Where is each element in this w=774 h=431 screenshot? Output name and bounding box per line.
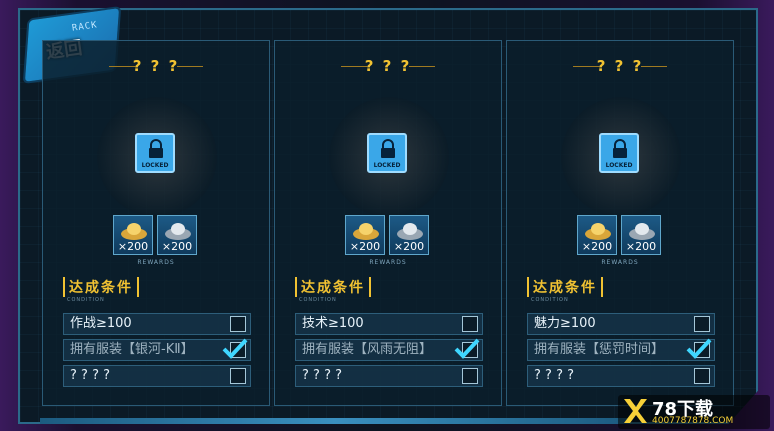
title-divider-right (177, 66, 203, 67)
bottom-accent-strip (40, 418, 630, 424)
gold-ingot-icon (585, 223, 611, 240)
condition-checkbox (222, 338, 248, 359)
title-divider-right (409, 66, 435, 67)
condition-checkbox (230, 368, 246, 384)
gold-ingot-icon (353, 223, 379, 240)
reward-slot[interactable]: ×200 (577, 215, 617, 255)
condition-title: 达成条件 (527, 277, 603, 297)
card-title: ? ? ? (596, 57, 644, 75)
achievement-card-3: ? ? ? LOCKED ×200 ×200 REWARDS 达成条件 COND… (506, 40, 734, 406)
reward-slot[interactable]: ×200 (621, 215, 661, 255)
condition-row: ? ? ? ? (527, 365, 715, 387)
reward-slot[interactable]: ×200 (157, 215, 197, 255)
silver-ingot-icon (397, 223, 423, 240)
condition-subtitle: CONDITION (531, 297, 569, 303)
condition-text: 作战≥100 (70, 316, 132, 331)
locked-badge: LOCKED (367, 133, 407, 173)
condition-title: 达成条件 (63, 277, 139, 297)
checkmark-icon (222, 338, 248, 359)
rewards-caption: REWARDS (369, 259, 407, 266)
lock-icon (149, 139, 163, 158)
reward-slot[interactable]: ×200 (345, 215, 385, 255)
locked-badge: LOCKED (599, 133, 639, 173)
condition-checkbox (462, 316, 478, 332)
condition-checkbox (454, 338, 480, 359)
condition-row: 拥有服装【风雨无阻】 (295, 338, 483, 361)
condition-title: 达成条件 (295, 277, 371, 297)
reward-slot[interactable]: ×200 (113, 215, 153, 255)
x-logo-icon (624, 399, 647, 423)
locked-badge: LOCKED (135, 133, 175, 173)
reward-count: ×200 (161, 240, 193, 253)
checkmark-icon (454, 338, 480, 359)
condition-text: 拥有服装【风雨无阻】 (302, 342, 433, 357)
reward-slot[interactable]: ×200 (389, 215, 429, 255)
condition-checkbox (686, 338, 712, 359)
condition-subtitle: CONDITION (299, 297, 337, 303)
condition-text: ? ? ? ? (534, 368, 574, 383)
rewards-caption: REWARDS (601, 259, 639, 266)
card-title: ? ? ? (132, 57, 180, 75)
watermark: 78下载 4007787878.COM (618, 395, 770, 429)
title-divider-right (641, 66, 667, 67)
condition-text: 魅力≥100 (534, 316, 596, 331)
condition-row: 拥有服装【银河-KⅡ】 (63, 338, 251, 361)
condition-text: 拥有服装【银河-KⅡ】 (70, 342, 194, 357)
lock-icon (381, 139, 395, 158)
lock-label: LOCKED (605, 162, 633, 169)
condition-checkbox (694, 316, 710, 332)
condition-text: ? ? ? ? (70, 368, 110, 383)
reward-count: ×200 (117, 240, 149, 253)
condition-text: 拥有服装【惩罚时间】 (534, 342, 665, 357)
silver-ingot-icon (629, 223, 655, 240)
card-title: ? ? ? (364, 57, 412, 75)
silver-ingot-icon (165, 223, 191, 240)
reward-count: ×200 (581, 240, 613, 253)
condition-row: ? ? ? ? (63, 365, 251, 387)
lock-label: LOCKED (373, 162, 401, 169)
condition-row: 魅力≥100 (527, 313, 715, 335)
condition-text: 技术≥100 (302, 316, 364, 331)
condition-text: ? ? ? ? (302, 368, 342, 383)
lock-label: LOCKED (141, 162, 169, 169)
condition-row: 拥有服装【惩罚时间】 (527, 338, 715, 361)
achievement-card-1: ? ? ? LOCKED ×200 ×200 REWARDS 达成条件 COND… (42, 40, 270, 406)
gold-ingot-icon (121, 223, 147, 240)
watermark-subtitle: 4007787878.COM (652, 416, 734, 426)
condition-checkbox (694, 368, 710, 384)
condition-subtitle: CONDITION (67, 297, 105, 303)
condition-checkbox (230, 316, 246, 332)
condition-row: 技术≥100 (295, 313, 483, 335)
rewards-caption: REWARDS (137, 259, 175, 266)
condition-row: 作战≥100 (63, 313, 251, 335)
condition-checkbox (462, 368, 478, 384)
achievement-card-2: ? ? ? LOCKED ×200 ×200 REWARDS 达成条件 COND… (274, 40, 502, 406)
reward-count: ×200 (349, 240, 381, 253)
checkmark-icon (686, 338, 712, 359)
condition-row: ? ? ? ? (295, 365, 483, 387)
reward-count: ×200 (393, 240, 425, 253)
reward-count: ×200 (625, 240, 657, 253)
lock-icon (613, 139, 627, 158)
